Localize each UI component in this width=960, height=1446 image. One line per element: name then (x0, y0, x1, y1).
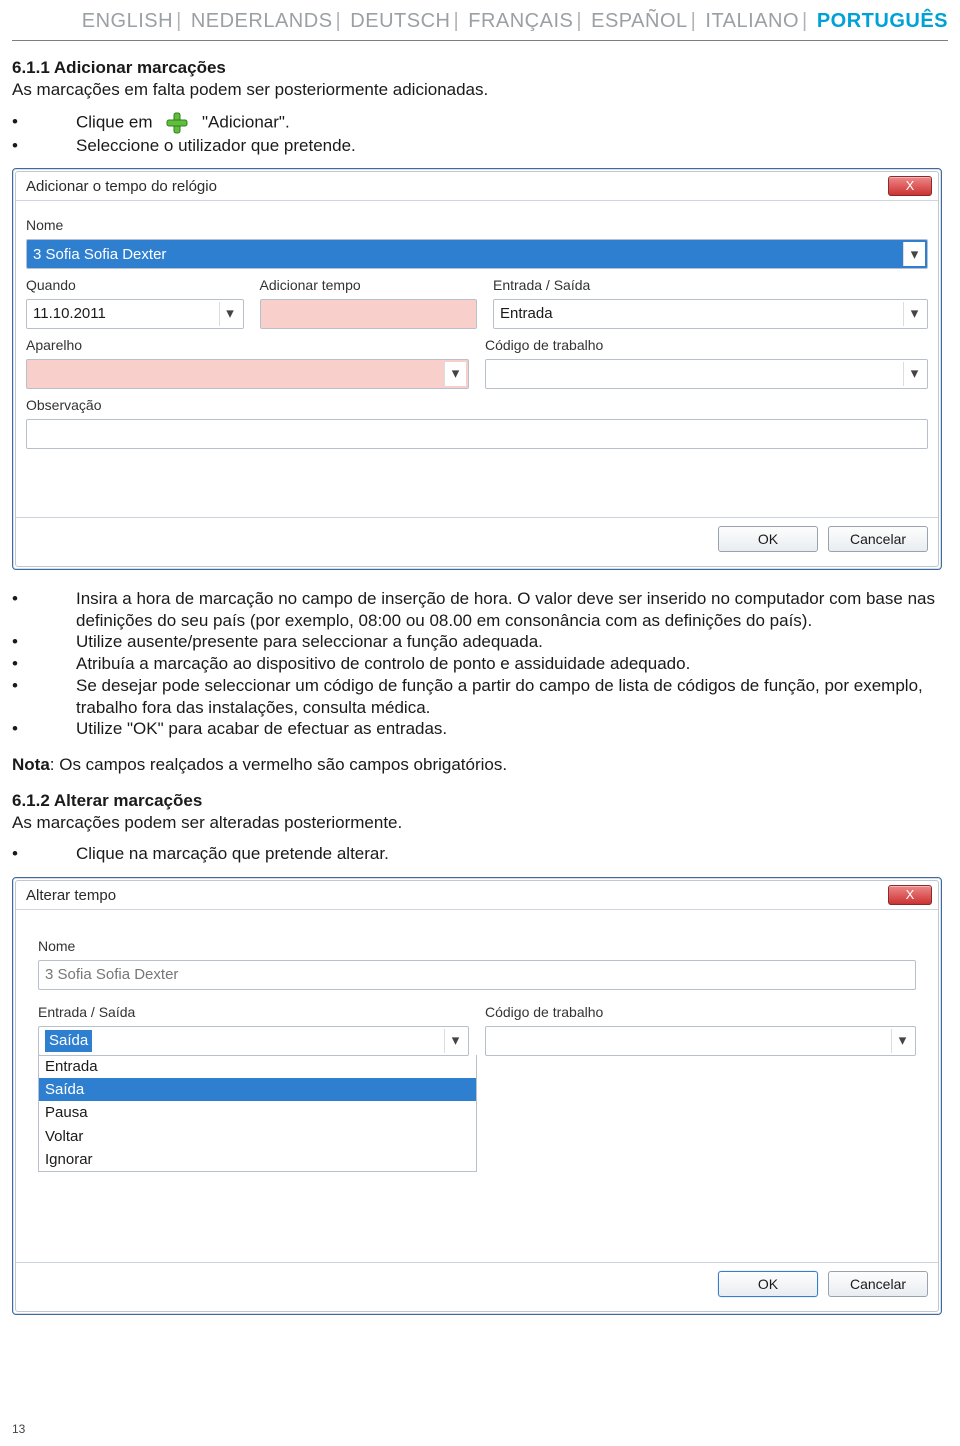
dialog-alterar-tempo: Alterar tempo X Nome 3 Sofia Sofia Dexte… (12, 877, 942, 1315)
entrada-saida-field-2[interactable]: Saída ▾ (38, 1026, 469, 1056)
codigo-trabalho-field[interactable]: ▾ (485, 359, 928, 389)
aparelho-field[interactable]: ▾ (26, 359, 469, 389)
option-saida[interactable]: Saída (39, 1078, 476, 1101)
label-nome-2: Nome (38, 938, 916, 956)
chevron-down-icon[interactable]: ▾ (903, 242, 925, 266)
bullet-text: Clique em (76, 112, 153, 131)
chevron-down-icon[interactable]: ▾ (219, 302, 241, 326)
nome-field-2[interactable]: 3 Sofia Sofia Dexter (38, 960, 916, 990)
nome-field[interactable]: 3 Sofia Sofia Dexter ▾ (26, 239, 928, 269)
lang-pt[interactable]: PORTUGUÊS (817, 10, 948, 32)
bullet-clique-marcacao: Clique na marcação que pretende alterar. (12, 843, 948, 865)
plus-icon (165, 111, 189, 135)
nota-label: Nota (12, 755, 50, 774)
dialog2-title: Alterar tempo (26, 886, 116, 905)
cancelar-button[interactable]: Cancelar (828, 526, 928, 552)
option-voltar[interactable]: Voltar (39, 1125, 476, 1148)
section-6-1-2-intro: As marcações podem ser alteradas posteri… (12, 812, 948, 834)
label-observacao: Observação (26, 397, 928, 415)
nome-value: 3 Sofia Sofia Dexter (33, 245, 166, 264)
entrada-saida-value-2: Saída (45, 1030, 92, 1051)
ok-button-2[interactable]: OK (718, 1271, 818, 1297)
bullet-seleccione-utilizador: Seleccione o utilizador que pretende. (12, 135, 948, 157)
nome-value-2: 3 Sofia Sofia Dexter (45, 965, 178, 984)
section-6-1-1-heading: 6.1.1 Adicionar marcações (12, 57, 948, 79)
lang-divider (12, 40, 948, 41)
page-number: 13 (12, 1422, 25, 1436)
entrada-saida-field[interactable]: Entrada ▾ (493, 299, 928, 329)
bullet-ok: Utilize "OK" para acabar de efectuar as … (12, 718, 948, 740)
codigo-trabalho-field-2[interactable]: ▾ (485, 1026, 916, 1056)
bullet-codigo-funcao: Se desejar pode seleccionar um código de… (12, 675, 948, 719)
label-entrada-saida: Entrada / Saída (493, 277, 928, 295)
label-aparelho: Aparelho (26, 337, 469, 355)
label-entrada-saida-2: Entrada / Saída (38, 1004, 469, 1022)
bullet-atribuia: Atribuía a marcação ao dispositivo de co… (12, 653, 948, 675)
entrada-saida-dropdown[interactable]: Entrada Saída Pausa Voltar Ignorar (38, 1055, 477, 1172)
label-adicionar-tempo: Adicionar tempo (260, 277, 478, 295)
chevron-down-icon[interactable]: ▾ (444, 362, 466, 386)
option-pausa[interactable]: Pausa (39, 1101, 476, 1124)
entrada-saida-value: Entrada (500, 304, 553, 323)
cancelar-button-2[interactable]: Cancelar (828, 1271, 928, 1297)
chevron-down-icon[interactable]: ▾ (444, 1029, 466, 1053)
language-bar: ENGLISH| NEDERLANDS| DEUTSCH| FRANÇAIS| … (12, 6, 948, 37)
chevron-down-icon[interactable]: ▾ (903, 302, 925, 326)
lang-nl[interactable]: NEDERLANDS (191, 10, 333, 32)
lang-de[interactable]: DEUTSCH (350, 10, 450, 32)
bullet-text-suffix: "Adicionar". (202, 112, 290, 131)
lang-es[interactable]: ESPAÑOL (591, 10, 688, 32)
chevron-down-icon[interactable]: ▾ (891, 1029, 913, 1053)
dialog-adicionar-tempo: Adicionar o tempo do relógio X Nome 3 So… (12, 168, 942, 570)
nota-text: : Os campos realçados a vermelho são cam… (50, 755, 507, 774)
lang-en[interactable]: ENGLISH (82, 10, 173, 32)
bullet-click-adicionar: Clique em "Adicionar". (12, 111, 948, 135)
quando-field[interactable]: 11.10.2011 ▾ (26, 299, 244, 329)
observacao-field[interactable] (26, 419, 928, 449)
bullet-insira-hora: Insira a hora de marcação no campo de in… (12, 588, 948, 632)
lang-it[interactable]: ITALIANO (705, 10, 799, 32)
quando-value: 11.10.2011 (33, 304, 106, 323)
ok-button[interactable]: OK (718, 526, 818, 552)
close-button[interactable]: X (888, 176, 932, 196)
bullet-ausente-presente: Utilize ausente/presente para selecciona… (12, 631, 948, 653)
section-6-1-1-intro: As marcações em falta podem ser posterio… (12, 79, 948, 101)
label-quando: Quando (26, 277, 244, 295)
label-nome: Nome (26, 217, 928, 235)
dialog1-title: Adicionar o tempo do relógio (26, 177, 217, 196)
nota-line: Nota: Os campos realçados a vermelho são… (12, 754, 948, 776)
label-codigo-trabalho: Código de trabalho (485, 337, 928, 355)
close-button[interactable]: X (888, 885, 932, 905)
lang-fr[interactable]: FRANÇAIS (468, 10, 573, 32)
section-6-1-2-heading: 6.1.2 Alterar marcações (12, 790, 948, 812)
adicionar-tempo-field[interactable] (260, 299, 478, 329)
option-ignorar[interactable]: Ignorar (39, 1148, 476, 1171)
option-entrada[interactable]: Entrada (39, 1055, 476, 1078)
label-codigo-trabalho-2: Código de trabalho (485, 1004, 916, 1022)
chevron-down-icon[interactable]: ▾ (903, 362, 925, 386)
